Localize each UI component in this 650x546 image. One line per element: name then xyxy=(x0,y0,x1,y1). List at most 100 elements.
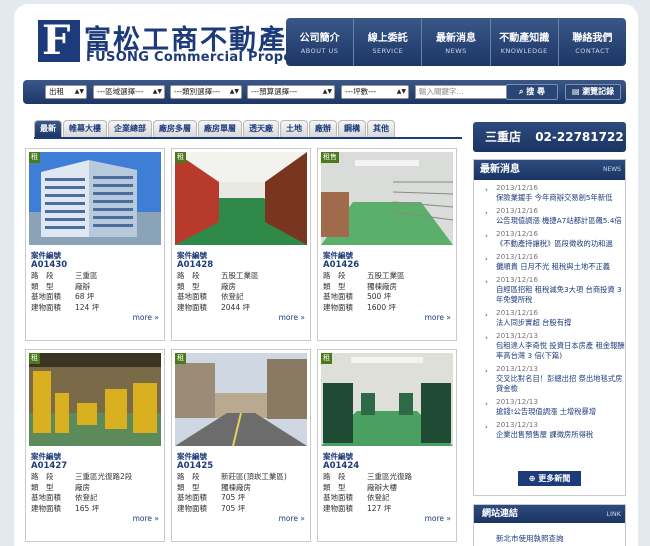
listing-card[interactable]: 租 案件編號 A01427 路 段三重區光復路2段 類 型廠房 基地面積 依登記 … xyxy=(25,349,165,542)
tab-single-floor-factory[interactable]: 廠房單層 xyxy=(198,120,242,137)
branch-phone[interactable]: 02-22781722 xyxy=(535,130,623,144)
size-select-value: ---坪數--- xyxy=(345,87,377,96)
nav-knowledge[interactable]: 不動產知識 KNOWLEDGE xyxy=(489,18,558,66)
listing-card[interactable]: 租 案件編號 A01430 路 段三重區 類 型廠辦 基地面積 68 坪 建物面積… xyxy=(25,148,165,341)
building-area-value: 705 坪 xyxy=(221,503,246,513)
tab-land[interactable]: 土地 xyxy=(280,120,308,137)
news-item[interactable]: › 2013/12/16 《不動產持讓稅》區段徵收的功和過 xyxy=(474,229,625,249)
category-select-value: ---類別選擇--- xyxy=(174,87,221,96)
type-select-value: 出租 xyxy=(49,87,64,96)
keyword-placeholder: 輸入關鍵字... xyxy=(419,87,464,96)
chevron-down-icon: ▲▼ xyxy=(74,88,84,95)
tab-curtain-building[interactable]: 帷幕大樓 xyxy=(63,120,107,137)
news-item[interactable]: › 2013/12/16 保險業鍍手 今年商辦交易創5年新低 xyxy=(474,183,625,203)
case-number[interactable]: A01427 xyxy=(31,461,67,471)
news-title[interactable]: 公告現值調漲 機捷A7站都計區飆5.4倍 xyxy=(496,216,625,226)
listing-card[interactable]: 租 案件編號 A01428 路 段五股工業區 類 型廠房 基地面積 依登記 建物面… xyxy=(171,148,311,341)
news-item[interactable]: › 2013/12/13 搶錢!公告現值調漲 土增稅暴增 xyxy=(474,397,625,417)
listing-photo[interactable]: 租 xyxy=(175,152,307,245)
bullet-icon: › xyxy=(485,400,488,408)
listing-card[interactable]: 租 案件編號 A01425 路 段新莊區(頂崁工業區) 類 型獨棟廠房 基地面積… xyxy=(171,349,311,542)
news-item[interactable]: › 2013/12/16 自經區招租 租稅減免3大項 台商投資 3年免雙所稅 xyxy=(474,275,625,305)
building-area-label: 建物面積 xyxy=(177,302,207,312)
link-item[interactable]: 新北市使用執照查詢 xyxy=(474,533,625,544)
listing-card[interactable]: 租 案件編號 A01424 路 段三重區光復路 類 型廠辦大樓 基地面積 依登記 … xyxy=(317,349,457,542)
news-title[interactable]: 自經區招租 租稅減免3大項 台商投資 3年免雙所稅 xyxy=(496,285,625,305)
links-title: 網站連結 xyxy=(482,509,519,519)
district-select[interactable]: ---區域選擇--- ▲▼ xyxy=(93,85,165,99)
listing-card[interactable]: 租售 案件編號 A01426 路 段五股工業區 類 型獨棟廠房 基地面積 500 … xyxy=(317,148,457,341)
building-area-value: 2044 坪 xyxy=(221,302,250,312)
office-building-photo xyxy=(29,152,161,245)
more-link[interactable]: more » xyxy=(133,313,159,322)
news-title[interactable]: 攤順貴 日月不光 租稅與土地不正義 xyxy=(496,262,625,272)
tab-multi-floor-factory[interactable]: 廠房多層 xyxy=(153,120,197,137)
news-title[interactable]: 保險業鍍手 今年商辦交易創5年新低 xyxy=(496,193,625,203)
search-button[interactable]: ⌕ 搜 尋 xyxy=(506,84,558,100)
type-value: 廠辦 xyxy=(75,281,90,291)
tab-townhouse-factory[interactable]: 透天廠 xyxy=(243,120,279,137)
listing-photo[interactable]: 租 xyxy=(29,353,161,446)
road-value: 三重區 xyxy=(75,271,98,280)
nav-service[interactable]: 線上委託 SERVICE xyxy=(353,18,421,66)
more-link[interactable]: more » xyxy=(279,514,305,523)
case-number[interactable]: A01426 xyxy=(323,260,359,270)
history-button[interactable]: ▤ 瀏覽記錄 xyxy=(565,84,621,100)
nav-contact[interactable]: 聯絡我們 CONTACT xyxy=(557,18,626,66)
listing-photo[interactable]: 租售 xyxy=(321,152,453,245)
news-item[interactable]: › 2013/12/13 企業出售預售屋 課徵房所得稅 xyxy=(474,420,625,440)
news-title[interactable]: 交叉比對名目！彭總出招 祭出地毯式房貸金檢 xyxy=(496,374,625,394)
more-link[interactable]: more » xyxy=(425,514,451,523)
type-select[interactable]: 出租 ▲▼ xyxy=(45,85,87,99)
size-select[interactable]: ---坪數--- ▲▼ xyxy=(341,85,409,99)
news-item[interactable]: › 2013/12/13 交叉比對名目！彭總出招 祭出地毯式房貸金檢 xyxy=(474,364,625,394)
more-news-button[interactable]: ⊕ 更多新聞 xyxy=(518,471,581,486)
news-title[interactable]: 《不動產持讓稅》區段徵收的功和過 xyxy=(496,239,625,249)
news-item[interactable]: › 2013/12/16 攤順貴 日月不光 租稅與土地不正義 xyxy=(474,252,625,272)
tab-factory-office[interactable]: 廠辦 xyxy=(309,120,337,137)
listing-photo[interactable]: 租 xyxy=(321,353,453,446)
news-title[interactable]: 包租達人李奇悅 投資日本房產 租金報酬率高台灣 3 倍(下篇) xyxy=(496,341,625,361)
tab-latest[interactable]: 最新 xyxy=(34,120,62,137)
case-number[interactable]: A01425 xyxy=(177,461,213,471)
chevron-down-icon: ▲▼ xyxy=(322,88,332,95)
road-value: 五股工業區 xyxy=(367,271,405,280)
nav-label: 聯絡我們 xyxy=(572,33,613,44)
case-number[interactable]: A01430 xyxy=(31,260,67,270)
bullet-icon: › xyxy=(485,311,488,319)
news-date: 2013/12/16 xyxy=(496,252,539,261)
more-link[interactable]: more » xyxy=(133,514,159,523)
bullet-icon: › xyxy=(485,334,488,342)
listing-photo[interactable]: 租 xyxy=(29,152,161,245)
news-item[interactable]: › 2013/12/16 法人同步實超 台股有撐 xyxy=(474,308,625,328)
case-number[interactable]: A01424 xyxy=(323,461,359,471)
news-item[interactable]: › 2013/12/16 公告現值調漲 機捷A7站都計區飆5.4倍 xyxy=(474,206,625,226)
budget-select[interactable]: ---預算選擇--- ▲▼ xyxy=(247,85,335,99)
road-value: 三重區光復路 xyxy=(367,472,412,481)
news-date: 2013/12/16 xyxy=(496,308,539,317)
logo-mark[interactable]: F xyxy=(38,20,80,62)
nav-label-en: SERVICE xyxy=(372,47,404,55)
building-area-value: 165 坪 xyxy=(75,503,100,513)
case-number[interactable]: A01428 xyxy=(177,260,213,270)
road-label: 路 段 xyxy=(177,472,200,481)
nav-label-en: KNOWLEDGE xyxy=(500,47,548,55)
more-news-label: 更多新聞 xyxy=(538,474,571,483)
tab-other[interactable]: 其他 xyxy=(367,120,395,137)
news-title[interactable]: 企業出售預售屋 課徵房所得稅 xyxy=(496,430,625,440)
listing-photo[interactable]: 租 xyxy=(175,353,307,446)
rent-badge: 租 xyxy=(29,353,40,364)
category-select[interactable]: ---類別選擇--- ▲▼ xyxy=(170,85,242,99)
tab-headquarters[interactable]: 企業總部 xyxy=(108,120,152,137)
news-title[interactable]: 搶錢!公告現值調漲 土增稅暴增 xyxy=(496,407,625,417)
nav-about[interactable]: 公司簡介 ABOUT US xyxy=(286,18,353,66)
land-area-value: 500 坪 xyxy=(367,292,392,301)
more-link[interactable]: more » xyxy=(425,313,451,322)
tab-steel[interactable]: 鋼構 xyxy=(338,120,366,137)
more-link[interactable]: more » xyxy=(279,313,305,322)
news-item[interactable]: › 2013/12/13 包租達人李奇悅 投資日本房產 租金報酬率高台灣 3 倍(下… xyxy=(474,331,625,361)
search-bar: 出租 ▲▼ ---區域選擇--- ▲▼ ---類別選擇--- ▲▼ ---預算選擇--… xyxy=(23,80,626,104)
type-label: 類 型 xyxy=(323,482,346,492)
nav-news[interactable]: 最新消息 NEWS xyxy=(421,18,489,66)
news-title[interactable]: 法人同步實超 台股有撐 xyxy=(496,318,625,328)
